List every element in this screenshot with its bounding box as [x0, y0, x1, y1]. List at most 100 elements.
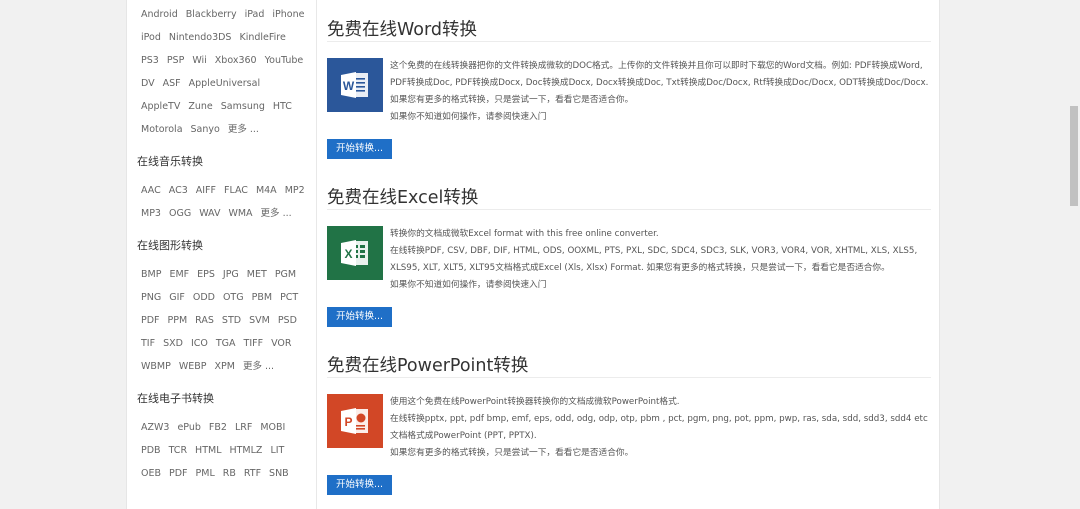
format-link[interactable]: PML: [192, 462, 219, 485]
format-link[interactable]: ASF: [159, 72, 185, 95]
format-link[interactable]: MP2: [281, 179, 309, 202]
format-link[interactable]: 更多 ...: [239, 355, 278, 378]
format-link[interactable]: JPG: [219, 263, 243, 286]
format-link[interactable]: EPS: [193, 263, 219, 286]
format-link[interactable]: Xbox360: [211, 49, 261, 72]
format-link[interactable]: PSP: [163, 49, 189, 72]
format-link[interactable]: TCR: [165, 439, 191, 462]
format-link[interactable]: KindleFire: [235, 26, 289, 49]
format-link[interactable]: AIFF: [192, 179, 220, 202]
format-link[interactable]: Zune: [184, 95, 216, 118]
svg-text:P: P: [344, 415, 352, 429]
svg-text:W: W: [343, 79, 355, 93]
format-link[interactable]: iPhone: [268, 3, 308, 26]
format-link[interactable]: GIF: [165, 286, 189, 309]
format-link[interactable]: EMF: [165, 263, 193, 286]
format-link[interactable]: PDF: [137, 309, 164, 332]
format-link[interactable]: STD: [218, 309, 245, 332]
format-link[interactable]: PNG: [137, 286, 165, 309]
ppt-description-3: 如果您有更多的格式转换，只是尝试一下，看看它是否适合你。: [390, 448, 634, 458]
scrollbar-thumb[interactable]: [1070, 106, 1078, 206]
format-link[interactable]: WEBP: [175, 355, 211, 378]
format-link[interactable]: Sanyo: [187, 118, 224, 141]
format-link[interactable]: Samsung: [217, 95, 269, 118]
format-link[interactable]: XPM: [211, 355, 239, 378]
format-link[interactable]: 更多 ...: [224, 118, 263, 141]
word-start-button[interactable]: 开始转换...: [327, 139, 393, 159]
format-link[interactable]: SXD: [159, 332, 187, 355]
format-link[interactable]: TGA: [212, 332, 240, 355]
format-link[interactable]: FLAC: [220, 179, 252, 202]
format-link[interactable]: iPad: [241, 3, 269, 26]
word-title: 免费在线Word转换: [327, 0, 931, 42]
format-link[interactable]: PDB: [137, 439, 165, 462]
format-link[interactable]: OEB: [137, 462, 165, 485]
excel-section: 免费在线Excel转换 X 转换你的文档成微软Excel format with…: [327, 168, 931, 327]
format-link[interactable]: WBMP: [137, 355, 175, 378]
image-section-title: 在线图形转换: [137, 239, 203, 252]
format-link[interactable]: PCT: [276, 286, 302, 309]
format-link[interactable]: AZW3: [137, 416, 173, 439]
ebook-section-title: 在线电子书转换: [137, 392, 214, 405]
format-link[interactable]: HTC: [269, 95, 296, 118]
format-link[interactable]: RB: [219, 462, 240, 485]
page-container: Android Blackberry iPad iPhone iPod Nintendo3…: [126, 0, 940, 509]
format-link[interactable]: HTMLZ: [225, 439, 266, 462]
format-link[interactable]: FB2: [205, 416, 231, 439]
format-link[interactable]: OGG: [165, 202, 195, 225]
format-link[interactable]: TIFF: [240, 332, 268, 355]
format-link[interactable]: MP3: [137, 202, 165, 225]
format-link[interactable]: AppleUniversal: [185, 72, 264, 95]
format-link[interactable]: PS3: [137, 49, 163, 72]
format-link[interactable]: LIT: [266, 439, 288, 462]
ppt-section: 免费在线PowerPoint转换 P 使用这个免费在线PowerPoint转换器…: [327, 336, 931, 495]
format-link[interactable]: YouTube: [261, 49, 308, 72]
format-link[interactable]: PGM: [271, 263, 300, 286]
ppt-description-2: 在线转换pptx, ppt, pdf bmp, emf, eps, odd, o…: [390, 414, 928, 441]
format-link[interactable]: WAV: [195, 202, 224, 225]
format-link[interactable]: ODD: [189, 286, 219, 309]
format-link[interactable]: HTML: [191, 439, 225, 462]
format-link[interactable]: AC3: [165, 179, 192, 202]
format-link[interactable]: Nintendo3DS: [165, 26, 236, 49]
format-link[interactable]: PBM: [248, 286, 276, 309]
format-link[interactable]: TIF: [137, 332, 159, 355]
ebook-tags: AZW3 ePub FB2 LRF MOBI PDB TCR HTML HTMLZ LIT OEB P…: [137, 416, 309, 485]
sidebar: Android Blackberry iPad iPhone iPod Nintendo3…: [127, 0, 317, 509]
format-link[interactable]: DV: [137, 72, 159, 95]
format-link[interactable]: PSD: [274, 309, 301, 332]
format-link[interactable]: PPM: [164, 309, 192, 332]
format-link[interactable]: AppleTV: [137, 95, 184, 118]
format-link[interactable]: Android: [137, 3, 182, 26]
format-link[interactable]: SNB: [265, 462, 293, 485]
format-link[interactable]: VOR: [267, 332, 295, 355]
ppt-start-button[interactable]: 开始转换...: [327, 475, 393, 495]
word-help: 如果你不知道如何操作，请参阅快速入门: [390, 112, 547, 122]
format-link[interactable]: ePub: [173, 416, 204, 439]
format-link[interactable]: WMA: [224, 202, 256, 225]
format-link[interactable]: OTG: [219, 286, 248, 309]
format-link[interactable]: Motorola: [137, 118, 187, 141]
word-section: 免费在线Word转换 W 这个免费的在线转换器把你的文件转换成微软的DOC格式。…: [327, 0, 931, 159]
format-link[interactable]: RAS: [191, 309, 218, 332]
excel-description-2: 在线转换PDF, CSV, DBF, DIF, HTML, ODS, OOXML…: [390, 246, 918, 273]
format-link[interactable]: PDF: [165, 462, 192, 485]
excel-start-button[interactable]: 开始转换...: [327, 307, 393, 327]
format-link[interactable]: 更多 ...: [257, 202, 296, 225]
format-link[interactable]: RTF: [240, 462, 265, 485]
format-link[interactable]: AAC: [137, 179, 165, 202]
music-section-title: 在线音乐转换: [137, 155, 203, 168]
format-link[interactable]: ICO: [187, 332, 212, 355]
format-link[interactable]: MET: [243, 263, 271, 286]
format-link[interactable]: LRF: [231, 416, 256, 439]
image-tags: BMP EMF EPS JPG MET PGM PNG GIF ODD OTG PBM PCT PDF P…: [137, 263, 309, 378]
format-link[interactable]: iPod: [137, 26, 165, 49]
format-link[interactable]: SVM: [245, 309, 274, 332]
format-link[interactable]: Blackberry: [182, 3, 241, 26]
scrollbar[interactable]: [1068, 0, 1080, 509]
format-link[interactable]: MOBI: [256, 416, 289, 439]
format-link[interactable]: BMP: [137, 263, 165, 286]
excel-help: 如果你不知道如何操作，请参阅快速入门: [390, 280, 547, 290]
format-link[interactable]: M4A: [252, 179, 281, 202]
format-link[interactable]: Wii: [188, 49, 210, 72]
